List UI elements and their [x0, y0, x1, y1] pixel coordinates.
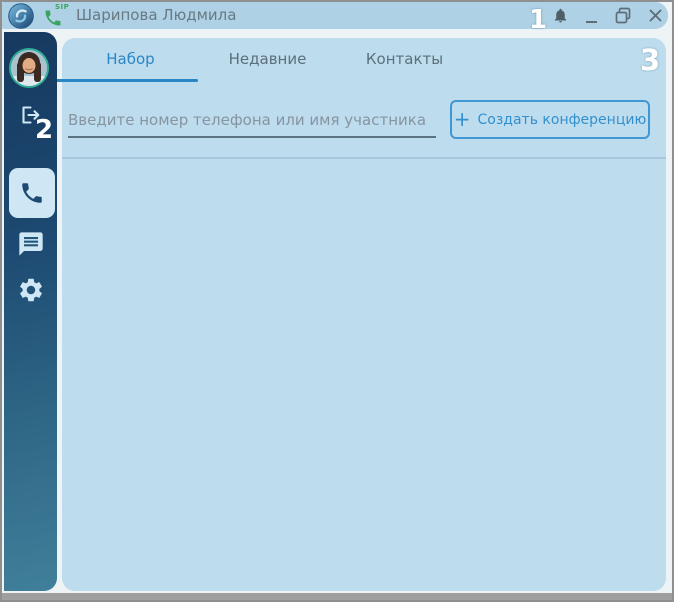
- restore-icon: [615, 7, 630, 24]
- sidebar-item-chats[interactable]: [13, 226, 49, 262]
- plus-icon: +: [453, 106, 471, 131]
- app-window: SIP Шарипова Людмила Набор Недавние Конт…: [0, 0, 674, 602]
- window-bottom-frame: [2, 593, 672, 600]
- tab-contacts[interactable]: Контакты: [336, 38, 473, 80]
- avatar-photo-icon: [11, 50, 47, 86]
- sip-badge: SIP: [55, 3, 70, 11]
- annotation-2: 2: [35, 115, 54, 145]
- window-title: Шарипова Людмила: [76, 6, 237, 24]
- main-panel: Набор Недавние Контакты + Создать конфер…: [52, 38, 666, 591]
- maximize-restore-button[interactable]: [610, 2, 636, 29]
- minimize-icon: [585, 20, 597, 23]
- close-button[interactable]: [643, 2, 667, 29]
- app-logo-icon: [8, 3, 34, 29]
- chat-icon: [19, 232, 43, 256]
- notifications-button[interactable]: [548, 2, 572, 29]
- sidebar-item-dialer-active[interactable]: [9, 168, 55, 218]
- sidebar-item-settings[interactable]: [13, 272, 49, 308]
- create-conference-label: Создать конференцию: [477, 111, 647, 128]
- tab-dialer[interactable]: Набор: [62, 38, 199, 80]
- bell-icon: [554, 8, 566, 23]
- active-tab-indicator: [52, 79, 198, 82]
- user-avatar[interactable]: [9, 48, 49, 88]
- phone-or-name-input[interactable]: [68, 104, 436, 138]
- close-icon: [649, 9, 661, 22]
- dial-results-empty-area: [62, 159, 666, 591]
- create-conference-button[interactable]: + Создать конференцию: [450, 100, 650, 139]
- minimize-button[interactable]: [580, 2, 602, 29]
- annotation-1: 1: [529, 5, 548, 35]
- tab-recent[interactable]: Недавние: [199, 38, 336, 80]
- phone-icon: [22, 183, 42, 203]
- titlebar: SIP Шарипова Людмила: [2, 2, 668, 29]
- tab-bar: Набор Недавние Контакты: [62, 38, 473, 80]
- annotation-3: 3: [640, 43, 661, 77]
- sip-phone-icon: [43, 8, 63, 28]
- gear-icon: [20, 278, 42, 302]
